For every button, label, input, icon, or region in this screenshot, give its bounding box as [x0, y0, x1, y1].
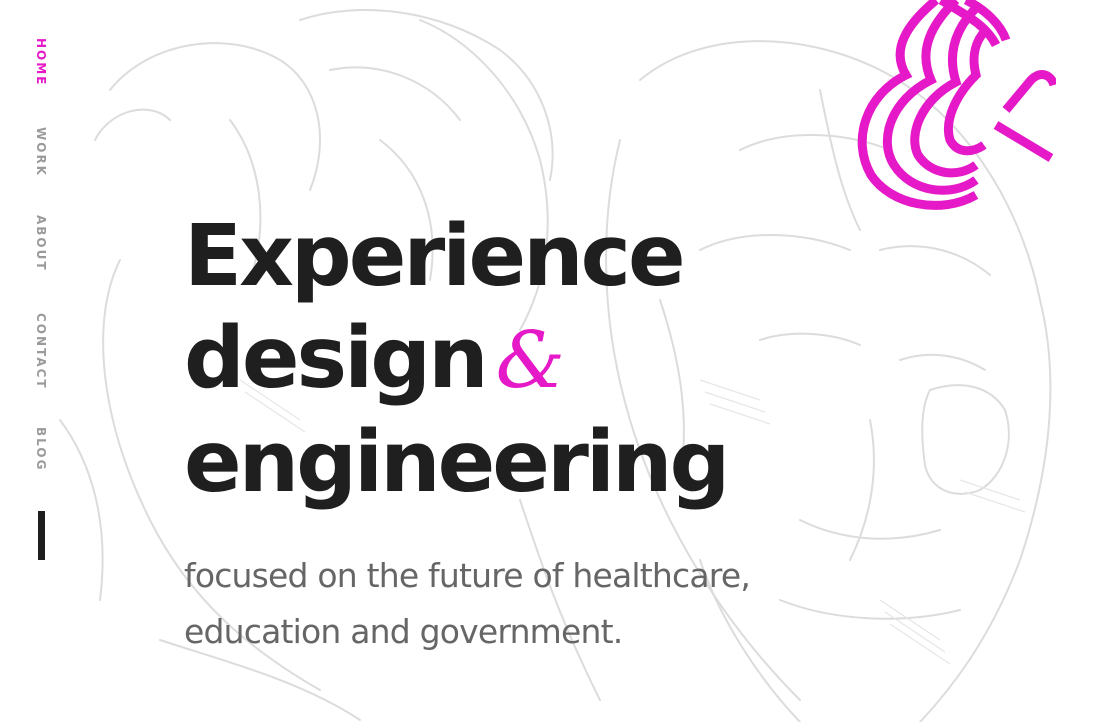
- hero-subtitle-line-2: education and government.: [184, 612, 623, 651]
- nav-item-home[interactable]: HOME: [29, 38, 53, 86]
- ampersand-f-logo-icon[interactable]: [846, 0, 1056, 212]
- scroll-indicator: [38, 511, 45, 560]
- nav-item-contact[interactable]: CONTACT: [29, 313, 53, 390]
- hero-section: Experience design & engineering: [184, 206, 884, 514]
- side-navigation: HOME WORK ABOUT CONTACT BLOG: [0, 0, 84, 722]
- hero-title-design: design: [184, 309, 489, 408]
- nav-item-work[interactable]: WORK: [29, 127, 53, 177]
- nav-item-blog[interactable]: BLOG: [29, 427, 53, 471]
- hero-title-line-3: engineering: [184, 413, 730, 512]
- nav-item-about[interactable]: ABOUT: [29, 215, 53, 272]
- hero-title: Experience design & engineering: [184, 206, 884, 514]
- hero-title-line-1: Experience: [184, 207, 686, 306]
- accent-ampersand: &: [495, 316, 566, 406]
- hero-subtitle: focused on the future of healthcare, edu…: [184, 548, 824, 660]
- hero-title-line-2: design &: [184, 308, 884, 412]
- hero-subtitle-line-1: focused on the future of healthcare,: [184, 556, 751, 595]
